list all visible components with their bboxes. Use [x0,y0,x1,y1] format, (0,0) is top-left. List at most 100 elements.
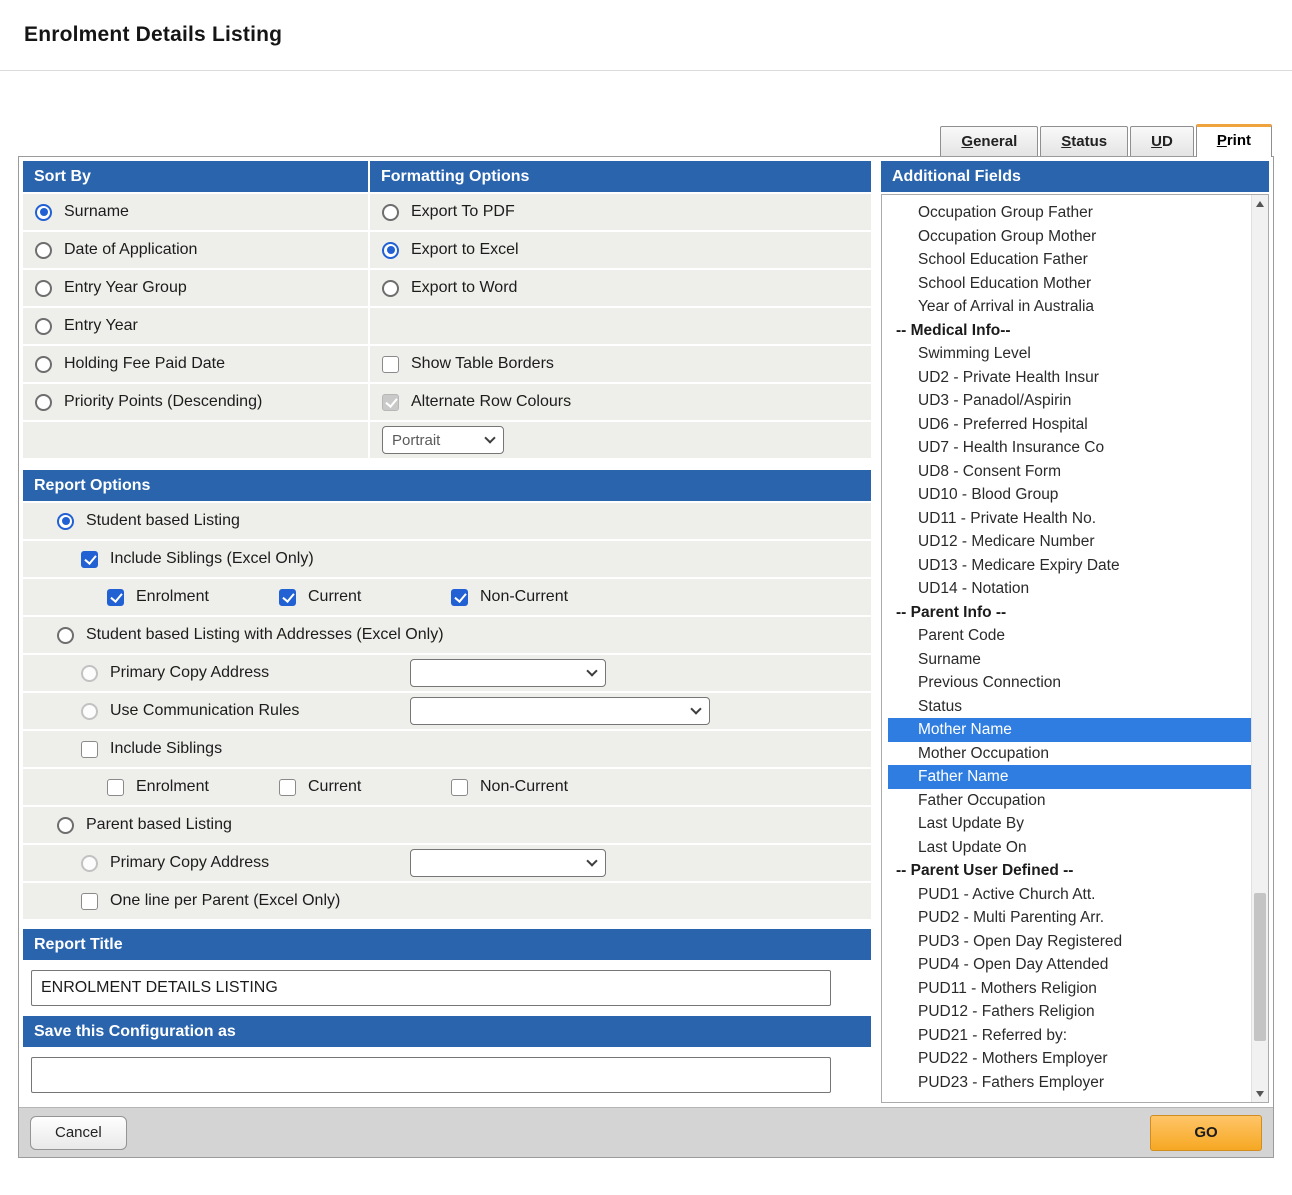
field-item[interactable]: UD12 - Medicare Number [888,530,1251,554]
field-item[interactable]: Mother Occupation [888,742,1251,766]
current-flag-2[interactable]: Current [279,778,451,796]
parent-based-listing-radio[interactable] [57,817,74,834]
field-item[interactable]: PUD2 - Multi Parenting Arr. [888,906,1251,930]
tab-status[interactable]: Status [1040,126,1128,156]
tab-ud[interactable]: UD [1130,126,1194,156]
sort-option-date-of-application[interactable]: Date of Application [23,232,368,268]
cancel-button[interactable]: Cancel [30,1116,127,1150]
field-item[interactable]: UD3 - Panadol/Aspirin [888,389,1251,413]
student-with-addresses-radio[interactable] [57,627,74,644]
field-item[interactable]: Last Update By [888,812,1251,836]
field-item[interactable]: School Education Father [888,248,1251,272]
show-table-borders-option[interactable]: Show Table Borders [370,346,871,382]
field-item[interactable]: UD11 - Private Health No. [888,507,1251,531]
communication-rules-select[interactable] [410,697,710,725]
scroll-down-button[interactable] [1252,1085,1268,1102]
enrolment-flag-2[interactable]: Enrolment [107,778,279,796]
field-item[interactable]: Occupation Group Father [888,201,1251,225]
include-siblings-checkbox-2[interactable] [81,741,98,758]
primary-copy-address-radio-2[interactable] [81,855,98,872]
current-checkbox-2[interactable] [279,779,296,796]
orientation-select[interactable]: Portrait [382,426,504,454]
export-to-excel-option[interactable]: Export to Excel [370,232,871,268]
non-current-checkbox[interactable] [451,589,468,606]
current-checkbox[interactable] [279,589,296,606]
field-item[interactable]: PUD23 - Fathers Employer [888,1071,1251,1095]
field-item[interactable]: UD2 - Private Health Insur [888,366,1251,390]
parent-based-listing-option[interactable]: Parent based Listing [23,807,871,843]
export-to-word-option[interactable]: Export to Word [370,270,871,306]
field-item[interactable]: UD10 - Blood Group [888,483,1251,507]
save-configuration-input[interactable] [31,1057,831,1093]
sort-option-surname[interactable]: Surname [23,194,368,230]
field-item[interactable]: -- Parent User Defined -- [888,859,1251,883]
include-siblings-excel-checkbox[interactable] [81,551,98,568]
field-item[interactable]: Surname [888,648,1251,672]
primary-copy-address-select-2[interactable] [410,849,606,877]
export-to-excel-radio[interactable] [382,242,399,259]
field-item[interactable]: UD13 - Medicare Expiry Date [888,554,1251,578]
field-item[interactable]: Parent Code [888,624,1251,648]
field-item[interactable]: Mother Name [888,718,1251,742]
primary-copy-address-select-1[interactable] [410,659,606,687]
export-to-pdf-option[interactable]: Export To PDF [370,194,871,230]
scrollbar-track[interactable] [1252,212,1268,1085]
field-item[interactable]: Occupation Group Mother [888,225,1251,249]
field-item[interactable]: Year of Arrival in Australia [888,295,1251,319]
field-item[interactable]: UD14 - Notation [888,577,1251,601]
field-item[interactable]: PUD11 - Mothers Religion [888,977,1251,1001]
field-item[interactable]: UD7 - Health Insurance Co [888,436,1251,460]
report-title-input[interactable] [31,970,831,1006]
student-based-listing-radio[interactable] [57,513,74,530]
non-current-flag-2[interactable]: Non-Current [451,778,623,796]
student-based-listing-option[interactable]: Student based Listing [23,503,871,539]
field-item[interactable]: PUD12 - Fathers Religion [888,1000,1251,1024]
enrolment-flag[interactable]: Enrolment [107,588,279,606]
primary-copy-address-option-1[interactable]: Primary Copy Address [81,664,398,682]
current-flag[interactable]: Current [279,588,451,606]
holding-fee-paid-date-radio[interactable] [35,356,52,373]
primary-copy-address-radio-1[interactable] [81,665,98,682]
field-item[interactable]: Swimming Level [888,342,1251,366]
one-line-per-parent-checkbox[interactable] [81,893,98,910]
field-item[interactable]: Last Update On [888,836,1251,860]
sort-option-entry-year[interactable]: Entry Year [23,308,368,344]
scroll-up-button[interactable] [1252,195,1268,212]
tab-print[interactable]: Print [1196,124,1272,157]
show-table-borders-checkbox[interactable] [382,356,399,373]
primary-copy-address-option-2[interactable]: Primary Copy Address [81,854,398,872]
use-communication-rules-radio[interactable] [81,703,98,720]
enrolment-checkbox-2[interactable] [107,779,124,796]
field-item[interactable]: PUD3 - Open Day Registered [888,930,1251,954]
sort-option-entry-year-group[interactable]: Entry Year Group [23,270,368,306]
scrollbar-thumb[interactable] [1254,893,1266,1041]
field-item[interactable]: Previous Connection [888,671,1251,695]
sort-option-priority-points[interactable]: Priority Points (Descending) [23,384,368,420]
field-item[interactable]: PUD1 - Active Church Att. [888,883,1251,907]
go-button[interactable]: GO [1150,1115,1262,1151]
field-item[interactable]: Father Occupation [888,789,1251,813]
student-with-addresses-option[interactable]: Student based Listing with Addresses (Ex… [23,617,871,653]
enrolment-checkbox[interactable] [107,589,124,606]
field-item[interactable]: School Education Mother [888,272,1251,296]
one-line-per-parent-option[interactable]: One line per Parent (Excel Only) [23,883,871,919]
date-of-application-radio[interactable] [35,242,52,259]
field-item[interactable]: UD6 - Preferred Hospital [888,413,1251,437]
scrollbar[interactable] [1251,195,1268,1102]
entry-year-radio[interactable] [35,318,52,335]
non-current-flag[interactable]: Non-Current [451,588,623,606]
export-to-word-radio[interactable] [382,280,399,297]
non-current-checkbox-2[interactable] [451,779,468,796]
export-to-pdf-radio[interactable] [382,204,399,221]
include-siblings-option-2[interactable]: Include Siblings [23,731,871,767]
entry-year-group-radio[interactable] [35,280,52,297]
field-item[interactable]: Father Name [888,765,1251,789]
field-item[interactable]: UD8 - Consent Form [888,460,1251,484]
field-item[interactable]: PUD4 - Open Day Attended [888,953,1251,977]
tab-general[interactable]: General [940,126,1038,156]
field-item[interactable]: PUD22 - Mothers Employer [888,1047,1251,1071]
field-item[interactable]: PUD21 - Referred by: [888,1024,1251,1048]
field-item[interactable]: -- Medical Info-- [888,319,1251,343]
use-communication-rules-option[interactable]: Use Communication Rules [81,702,398,720]
field-item[interactable]: -- Parent Info -- [888,601,1251,625]
